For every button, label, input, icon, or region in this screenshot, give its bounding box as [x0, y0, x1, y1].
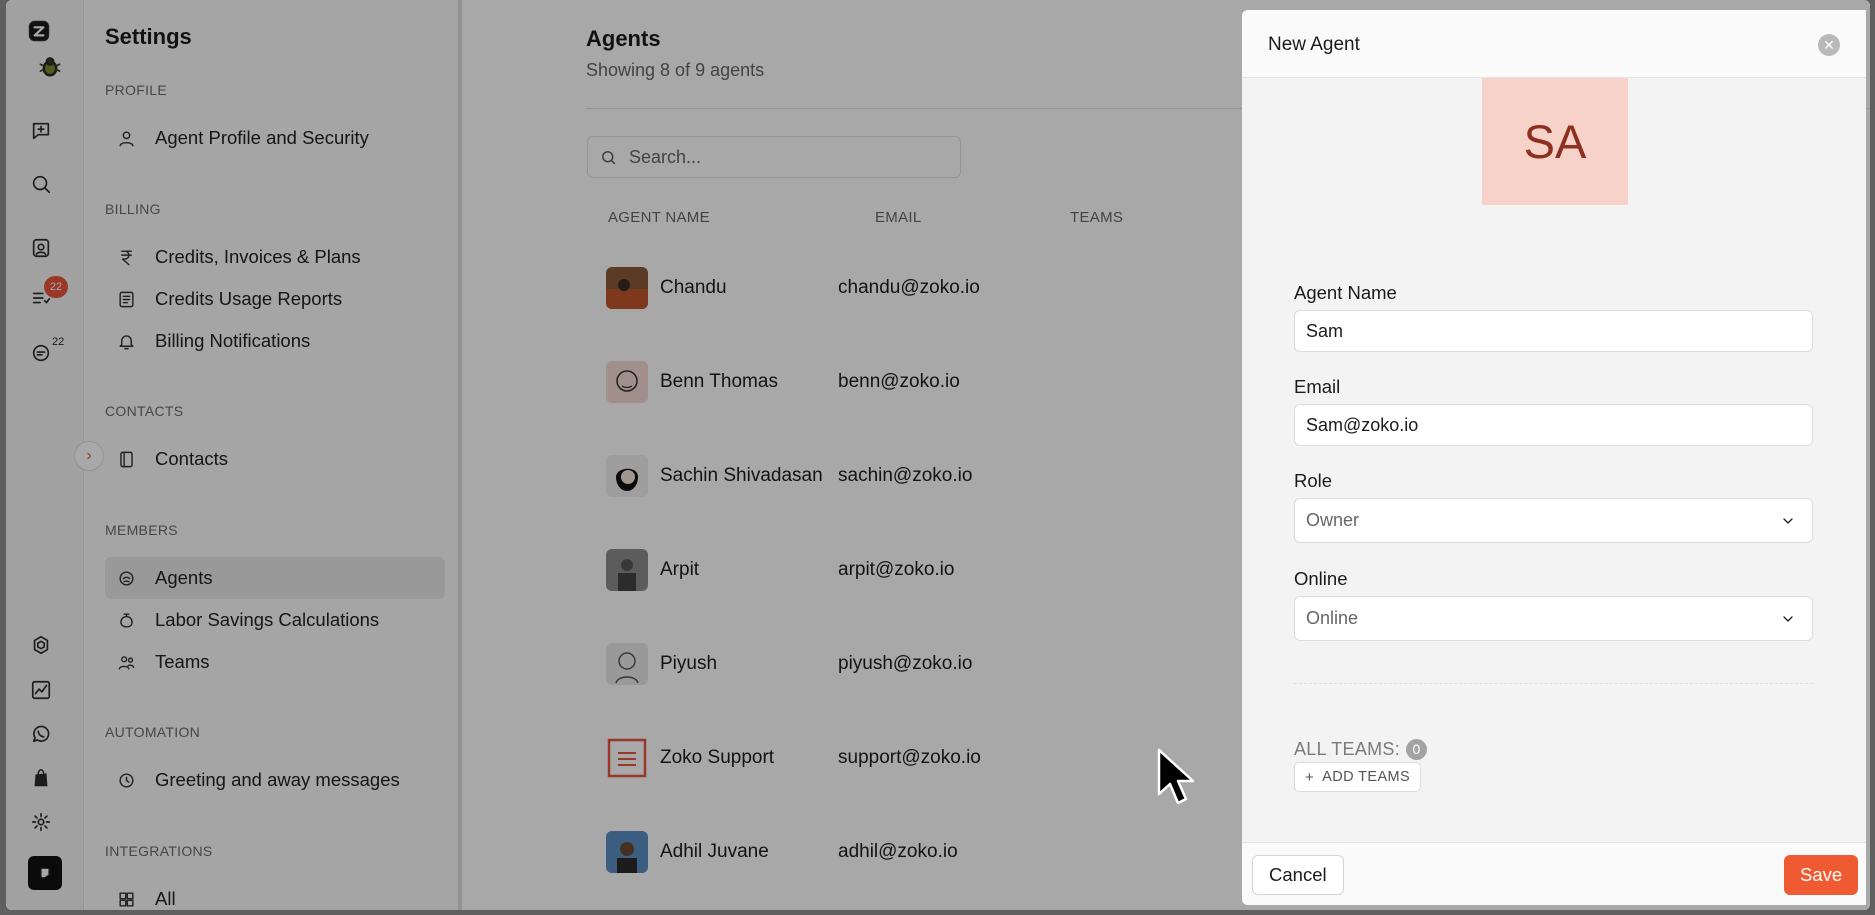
plus-icon: +: [1305, 768, 1315, 786]
drawer-footer: Cancel Save: [1242, 842, 1866, 905]
drawer-title: New Agent: [1268, 34, 1360, 55]
add-teams-button[interactable]: + ADD TEAMS: [1294, 762, 1422, 792]
role-label: Role: [1294, 470, 1333, 491]
teams-count-badge: 0: [1406, 739, 1428, 760]
email-label: Email: [1294, 376, 1341, 397]
role-selected-value: Owner: [1306, 510, 1360, 530]
close-icon[interactable]: ✕: [1818, 34, 1840, 56]
chevron-down-icon: [1783, 517, 1793, 524]
online-selected-value: Online: [1306, 608, 1359, 628]
agent-initials-avatar[interactable]: SA: [1482, 78, 1628, 205]
role-select[interactable]: Owner: [1294, 498, 1813, 543]
all-teams-text: ALL TEAMS:: [1294, 739, 1401, 759]
mouse-cursor-icon: [1157, 748, 1195, 805]
email-field[interactable]: Sam@zoko.io: [1294, 404, 1813, 446]
new-agent-drawer: New Agent ✕ SA Agent Name Sam Email Sam@…: [1242, 10, 1866, 905]
agent-name-label: Agent Name: [1294, 282, 1397, 303]
cancel-button[interactable]: Cancel: [1252, 855, 1344, 895]
agent-name-field[interactable]: Sam: [1294, 310, 1813, 352]
all-teams-label: ALL TEAMS: 0: [1294, 739, 1428, 760]
online-select[interactable]: Online: [1294, 596, 1813, 641]
add-teams-label: ADD TEAMS: [1322, 769, 1411, 785]
drawer-header: New Agent ✕: [1242, 10, 1866, 78]
chevron-down-icon: [1783, 615, 1793, 622]
save-button[interactable]: Save: [1784, 855, 1859, 895]
online-label: Online: [1294, 568, 1348, 589]
section-divider: [1294, 683, 1813, 684]
app-window: 22 22 Settings PROFILE Agent Profile and…: [6, 0, 1870, 910]
